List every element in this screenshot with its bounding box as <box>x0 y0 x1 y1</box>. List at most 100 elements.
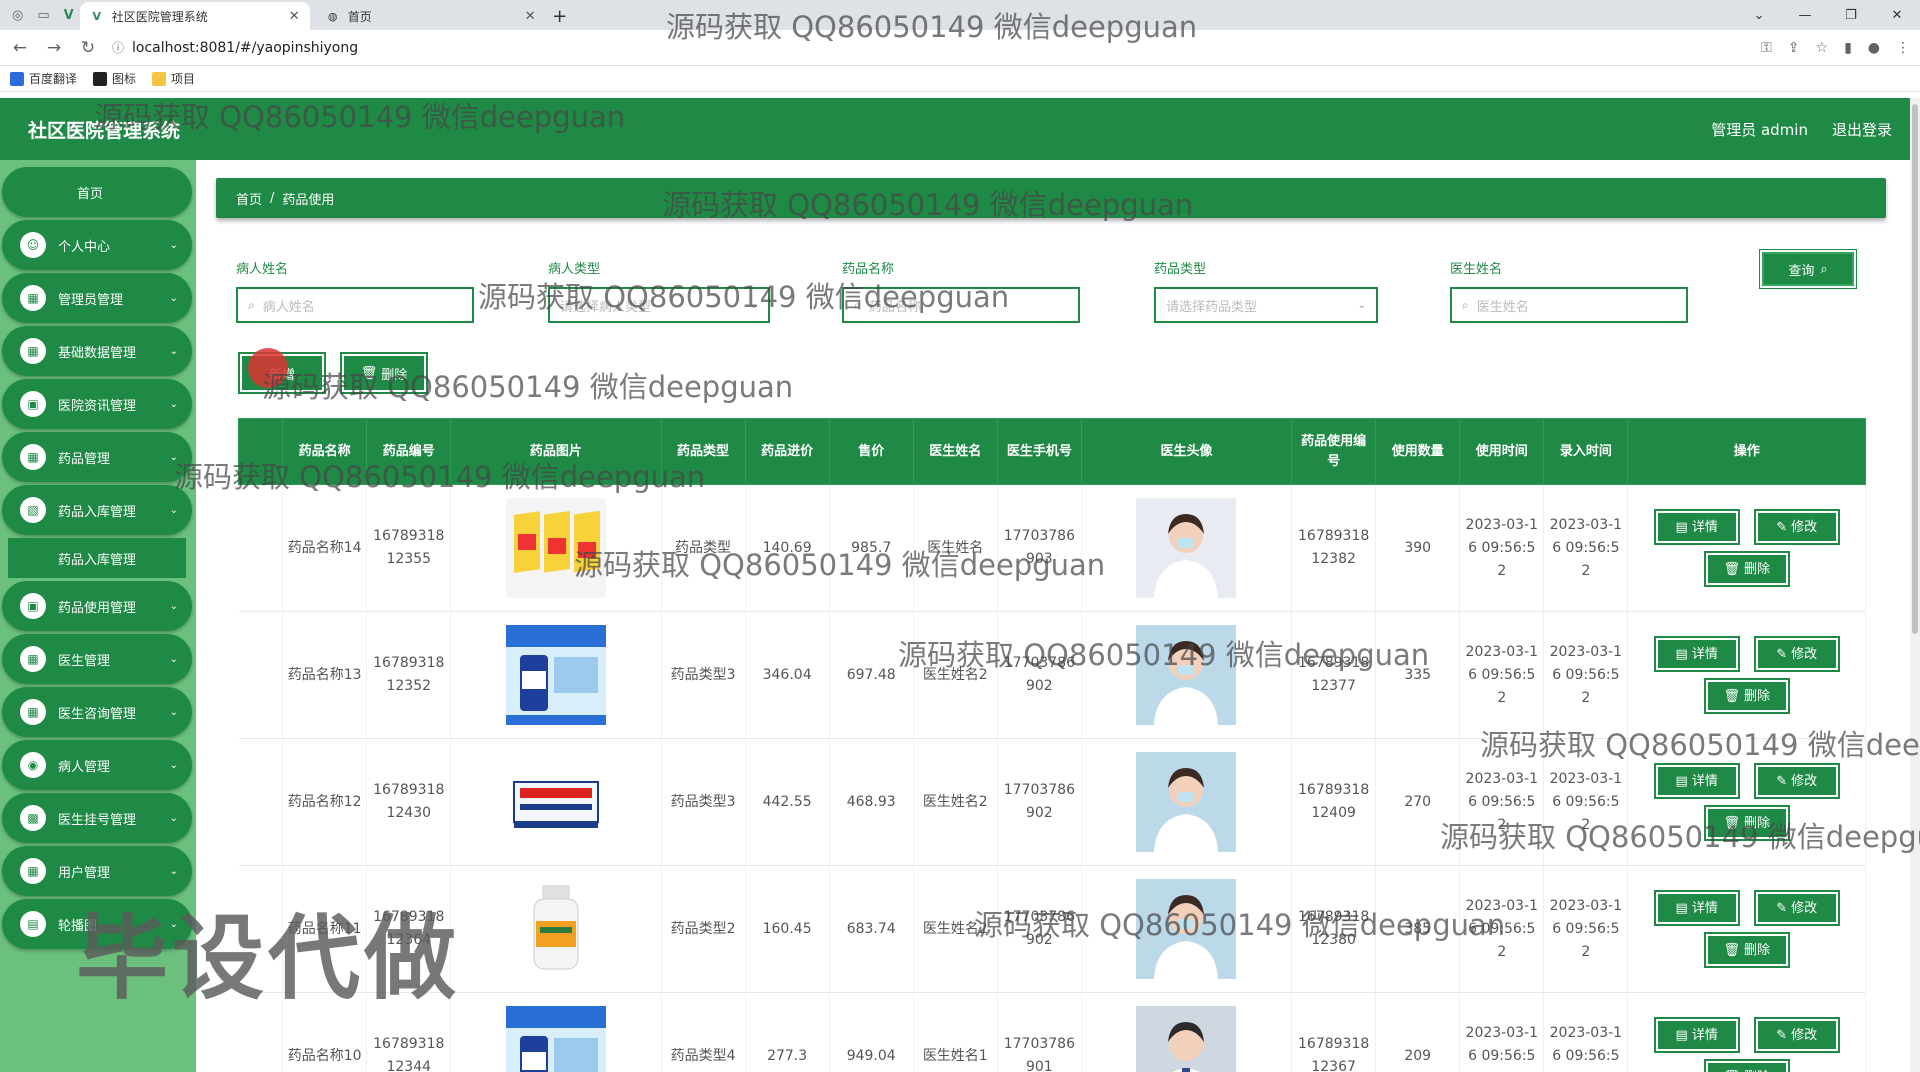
bookmark-project[interactable]: 项目 <box>152 70 195 87</box>
drug-name-input[interactable]: ⌕ 药品名称 <box>842 287 1080 323</box>
document-icon: ▤ <box>1675 900 1688 916</box>
row-select-cell[interactable] <box>238 865 284 993</box>
scrollbar-thumb[interactable] <box>1912 104 1918 634</box>
drug-type-select[interactable]: 请选择药品类型 ⌄ <box>1154 287 1378 323</box>
blank-tab-icon[interactable]: ▭ <box>37 8 49 23</box>
sidebar-item-3[interactable]: ▣ 医院资讯管理 ⌄ <box>2 379 192 429</box>
table-row[interactable]: 药品名称11 1678931812364 药品类型2 160.45 683.74 医生姓名… <box>238 865 1866 993</box>
sidebar-item-9[interactable]: ◉ 病人管理 ⌄ <box>2 740 192 790</box>
minimize-icon[interactable]: — <box>1782 0 1828 30</box>
address-actions: ⚿ ⇪ ☆ ▮ ● ⋮ <box>1761 40 1910 56</box>
sidebar-item-5[interactable]: ▧ 药品入库管理 ⌄ <box>2 485 192 535</box>
sidebar-item-10[interactable]: ▩ 医生挂号管理 ⌄ <box>2 793 192 843</box>
share-icon[interactable]: ⇪ <box>1788 40 1800 56</box>
table-row[interactable]: 药品名称12 1678931812430 药品类型3 442.55 468.93 医生姓名… <box>238 738 1866 866</box>
edit-button[interactable]: ✎ 修改 <box>1755 511 1838 543</box>
vue-tab-icon[interactable]: V <box>64 8 74 23</box>
doctor-avatar <box>1136 625 1237 725</box>
profile-icon[interactable]: ● <box>1868 40 1880 56</box>
edit-button[interactable]: ✎ 修改 <box>1755 638 1838 670</box>
cell-qty: 270 <box>1375 738 1461 866</box>
sidebar-item-11[interactable]: ▦ 用户管理 ⌄ <box>2 846 192 896</box>
doctor-name-input[interactable]: ⌕ 医生姓名 <box>1450 287 1688 323</box>
forward-icon[interactable]: → <box>44 38 64 58</box>
more-icon[interactable]: ⋮ <box>1896 40 1910 56</box>
edit-button[interactable]: ✎ 修改 <box>1755 765 1838 797</box>
detail-button[interactable]: ▤ 详情 <box>1655 892 1738 924</box>
url-field[interactable]: ⓘ localhost:8081/#/yaopinshiyong <box>112 34 1747 62</box>
column-header: 药品进价 <box>744 418 830 485</box>
cell-entry_time: 2023-03-16 09:56:52 <box>1543 992 1629 1072</box>
tab-hospital-system[interactable]: V 社区医院管理系统 ✕ <box>79 2 310 30</box>
delete-button[interactable]: 🗑删除 <box>1705 680 1788 712</box>
detail-button[interactable]: ▤ 详情 <box>1655 511 1738 543</box>
detail-button[interactable]: ▤ 详情 <box>1655 765 1738 797</box>
app-title: 社区医院管理系统 <box>28 119 181 142</box>
sidebar-item-label: 医生挂号管理 <box>58 812 137 828</box>
delete-button[interactable]: 🗑删除 <box>1705 934 1788 966</box>
table-row[interactable]: 药品名称13 1678931812352 药品类型3 346.04 697.48 医生姓名… <box>238 611 1866 739</box>
sidebar-item-6[interactable]: ▣ 药品使用管理 ⌄ <box>2 581 192 631</box>
new-tab-button[interactable]: + <box>546 2 574 30</box>
bookmark-icons[interactable]: 图标 <box>93 70 136 87</box>
tab-close-icon[interactable]: ✕ <box>289 9 300 24</box>
row-select-cell[interactable] <box>238 611 284 739</box>
row-actions: ▤详情 ✎修改 🗑删除 <box>1652 892 1842 966</box>
logout-link[interactable]: 退出登录 <box>1832 119 1892 140</box>
sidebar-item-label: 轮播图 <box>58 918 98 934</box>
sidebar-item-home[interactable]: 首页 <box>2 167 192 217</box>
sidebar-item-4[interactable]: ▦ 药品管理 ⌄ <box>2 432 192 482</box>
star-icon[interactable]: ☆ <box>1816 40 1829 56</box>
table-row[interactable]: 药品名称10 1678931812344 药品类型4 277.3 949.04 医生姓名1… <box>238 992 1866 1072</box>
select-all-column[interactable] <box>237 418 284 485</box>
row-select-cell[interactable] <box>238 738 284 866</box>
page-scrollbar[interactable] <box>1910 98 1920 1072</box>
cell-actions: ▤详情 ✎修改 🗑 删除 <box>1627 992 1866 1072</box>
column-header: 药品类型 <box>660 418 746 485</box>
breadcrumb-home[interactable]: 首页 <box>236 189 262 208</box>
sidebar-item-1[interactable]: ▦ 管理员管理 ⌄ <box>2 273 192 323</box>
delete-button[interactable]: 🗑删除 <box>1705 1061 1788 1072</box>
reload-icon[interactable]: ↻ <box>78 38 98 58</box>
delete-button[interactable]: 🗑删除 <box>1705 553 1788 585</box>
detail-button[interactable]: ▤ 详情 <box>1655 1019 1738 1051</box>
tab-search-icon[interactable]: ⌄ <box>1736 0 1782 30</box>
sidepanel-icon[interactable]: ▮ <box>1844 40 1852 56</box>
filter-label: 病人姓名 <box>236 262 289 277</box>
close-window-icon[interactable]: ✕ <box>1874 0 1920 30</box>
sidebar-item-7[interactable]: ▦ 医生管理 ⌄ <box>2 634 192 684</box>
delete-label: 删除 <box>1743 815 1770 831</box>
batch-delete-button[interactable]: 🗑 删除 <box>342 354 426 392</box>
tab-close-icon[interactable]: ✕ <box>525 9 536 24</box>
bookmark-label: 图标 <box>112 72 137 86</box>
vue-logo-icon: V <box>92 9 101 23</box>
sidebar-item-12[interactable]: ▤ 轮播图 ⌄ <box>2 899 192 949</box>
query-button[interactable]: 查询 ⌕ <box>1760 250 1856 288</box>
edit-button[interactable]: ✎ 修改 <box>1755 1019 1838 1051</box>
cell-entry_time: 2023-03-16 09:56:52 <box>1543 865 1629 993</box>
key-icon[interactable]: ⚿ <box>1761 40 1772 56</box>
sidebar-item-0[interactable]: ☺ 个人中心 ⌄ <box>2 220 192 270</box>
row-select-cell[interactable] <box>238 992 284 1072</box>
sidebar-subitem[interactable]: 药品入库管理 <box>8 538 186 578</box>
info-icon[interactable]: ⓘ <box>112 39 124 56</box>
back-icon[interactable]: ← <box>10 38 30 58</box>
cell-phone: 17703786903 <box>997 484 1082 612</box>
app-header: 社区医院管理系统 管理员 admin 退出登录 <box>0 98 1920 160</box>
patient-name-input[interactable]: ⌕ 病人姓名 <box>236 287 474 323</box>
row-select-cell[interactable] <box>238 484 284 612</box>
cell-use_time: 2023-03-16 09:56:52 <box>1459 738 1545 866</box>
chrome-menu-icon[interactable]: ◎ <box>12 8 23 23</box>
patient-type-select[interactable]: 请选择病人类型 ⌄ <box>548 287 770 323</box>
bookmark-translate[interactable]: 百度翻译 <box>10 70 77 87</box>
drug-image <box>505 879 606 979</box>
sidebar-item-8[interactable]: ▦ 医生咨询管理 ⌄ <box>2 687 192 737</box>
table-row[interactable]: 药品名称14 1678931812355 药品类型 140.69 985.7 医生姓名 17… <box>238 484 1866 612</box>
sidebar-item-2[interactable]: ▦ 基础数据管理 ⌄ <box>2 326 192 376</box>
detail-button[interactable]: ▤ 详情 <box>1655 638 1738 670</box>
current-user: 管理员 admin <box>1711 120 1808 139</box>
restore-icon[interactable]: ❐ <box>1828 0 1874 30</box>
tab-home[interactable]: ◍ 首页 ✕ <box>316 2 546 30</box>
edit-button[interactable]: ✎ 修改 <box>1755 892 1838 924</box>
delete-button[interactable]: 🗑删除 <box>1705 807 1788 839</box>
